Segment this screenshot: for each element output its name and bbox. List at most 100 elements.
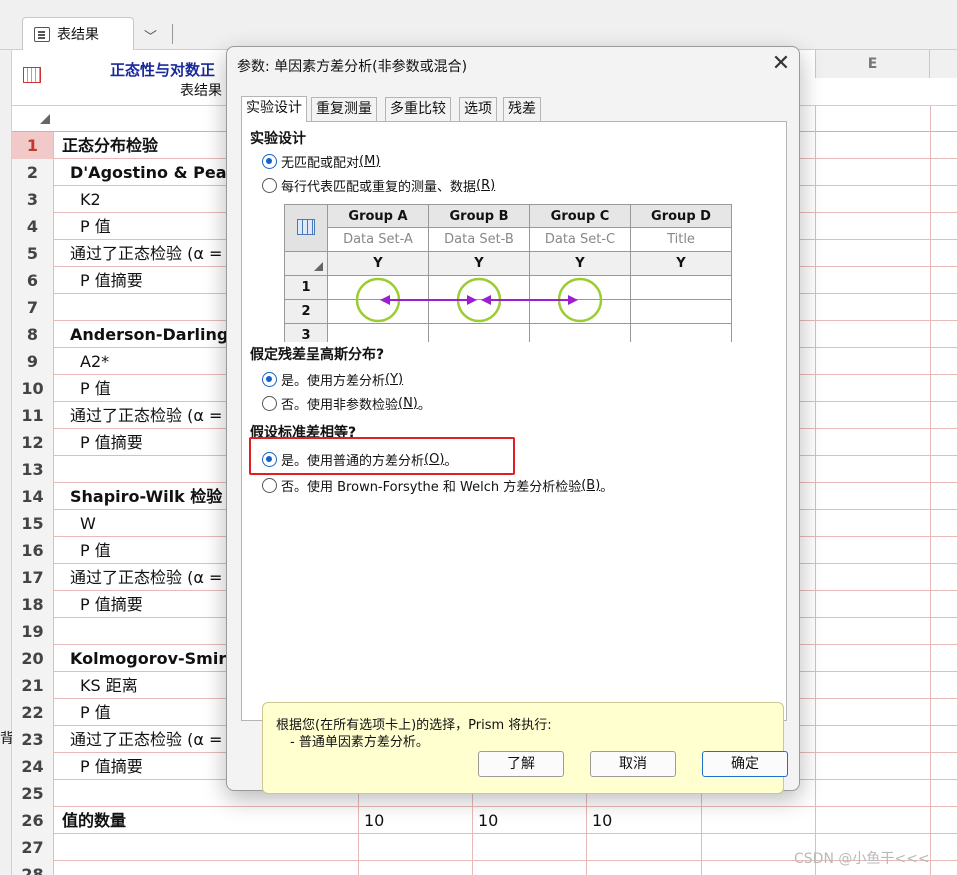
row-number[interactable]: 27 [12,834,54,861]
row-number[interactable]: 11 [12,402,54,429]
summary-line: - 普通单因素方差分析。 [290,735,429,750]
sheet-title: 正态性与对数正 [110,61,216,79]
tab-experimental-design[interactable]: 实验设计 [241,96,307,122]
row-number[interactable]: 12 [12,429,54,456]
radio-no-matching[interactable]: 无匹配或配对 (M) [262,150,380,172]
row-title: K2 [80,190,101,209]
row-title: P 值摘要 [80,271,143,290]
row-number[interactable]: 2 [12,159,54,186]
row-number[interactable]: 7 [12,294,54,321]
section-heading-gaussian: 假定残差呈高斯分布? [250,347,385,363]
row-title: A2* [80,352,110,371]
left-edge-strip [0,50,12,875]
row-title: Shapiro-Wilk 检验 [70,487,223,506]
radio-equal-sd-no[interactable]: 否。使用 Brown-Forsythe 和 Welch 方差分析检验 (B) 。 [262,474,613,496]
tab-residuals[interactable]: 残差 [503,97,541,121]
row-number[interactable]: 20 [12,645,54,672]
row-title: P 值摘要 [80,595,143,614]
row-number[interactable]: 28 [12,861,54,875]
row-number[interactable]: 25 [12,780,54,807]
row-number[interactable]: 6 [12,267,54,294]
column-header-e[interactable]: E [815,50,930,78]
tab-repeated-measures[interactable]: 重复测量 [311,97,377,121]
design-illustration: Group A Group B Group C Group D Data Set… [282,202,742,342]
row-number[interactable]: 24 [12,753,54,780]
sheet-subtitle: 表结果 [180,83,222,99]
row-number[interactable]: 23 [12,726,54,753]
tab-multiple-comparisons[interactable]: 多重比较 [385,97,451,121]
sheet-tab-bar: 表结果 ﹀ [0,0,957,50]
table-row[interactable]: 26 值的数量 10 10 10 [12,807,957,834]
radio-checked-icon[interactable] [262,153,277,169]
radio-accel-key: (N) [398,395,418,411]
radio-unchecked-icon[interactable] [262,395,277,411]
row-number[interactable]: 26 [12,807,54,834]
row-title: Anderson-Darling [70,325,229,344]
radio-unchecked-icon[interactable] [262,177,277,193]
radio-checked-icon[interactable] [262,371,277,387]
row-number[interactable]: 16 [12,537,54,564]
row-number[interactable]: 10 [12,375,54,402]
row-number[interactable]: 4 [12,213,54,240]
row-number[interactable]: 19 [12,618,54,645]
table-icon [34,27,50,42]
radio-label-suffix: 。 [417,397,431,413]
tab-results[interactable]: 表结果 [22,17,134,50]
row-number[interactable]: 9 [12,348,54,375]
row-title: P 值摘要 [80,433,143,452]
row-number[interactable]: 1 [12,132,54,159]
arrow-head-icon [481,295,491,305]
radio-label: 无匹配或配对 [281,155,360,171]
close-icon[interactable]: ✕ [767,51,795,79]
row-title: Kolmogorov-Smir [70,649,227,668]
row-title: W [80,514,96,533]
chevron-down-icon[interactable]: ﹀ [144,26,157,45]
row-title: D'Agostino & Pear [70,163,235,182]
radio-label-suffix: 。 [600,479,614,495]
radio-matched-rows[interactable]: 每行代表匹配或重复的测量、数据 (R) [262,174,495,196]
cell-value[interactable]: 10 [478,807,498,834]
watermark: CSDN @小鱼干<<< [794,851,930,867]
row-title: P 值摘要 [80,757,143,776]
radio-label: 否。使用 Brown-Forsythe 和 Welch 方差分析检验 [281,479,582,495]
row-title: 通过了正态检验 (α = [70,406,223,425]
row-title: P 值 [80,703,111,722]
row-number[interactable]: 15 [12,510,54,537]
analysis-summary-box: 根据您(在所有选项卡上)的选择，Prism 将执行: - 普通单因素方差分析。 [262,702,784,794]
select-all-corner-icon[interactable] [40,114,50,124]
row-title: 通过了正态检验 (α = [70,244,223,263]
learn-button[interactable]: 了解 [478,751,564,777]
row-title: P 值 [80,217,111,236]
row-number[interactable]: 17 [12,564,54,591]
tab-results-label: 表结果 [57,27,99,43]
column-header-f[interactable] [930,50,957,78]
cancel-button[interactable]: 取消 [590,751,676,777]
tab-options[interactable]: 选项 [459,97,497,121]
row-number[interactable]: 13 [12,456,54,483]
radio-gaussian-yes[interactable]: 是。使用方差分析 (Y) [262,368,403,390]
row-title: 正态分布检验 [62,136,159,155]
row-number[interactable]: 8 [12,321,54,348]
radio-accel-key: (Y) [385,371,404,387]
arrow-head-icon [380,295,390,305]
dialog-title: 参数: 单因素方差分析(非参数或混合) [237,59,468,75]
row-title: 值的数量 [62,811,127,830]
row-number[interactable]: 5 [12,240,54,267]
tab-panel: 实验设计 无匹配或配对 (M) 每行代表匹配或重复的测量、数据 (R) Grou… [241,121,787,794]
results-sheet-icon [23,67,41,83]
row-number[interactable]: 14 [12,483,54,510]
ok-button[interactable]: 确定 [702,751,788,777]
row-number[interactable]: 21 [12,672,54,699]
arrow-head-icon [467,295,477,305]
red-highlight-annotation [249,437,515,475]
row-number[interactable]: 18 [12,591,54,618]
radio-gaussian-no[interactable]: 否。使用非参数检验 (N) 。 [262,392,431,414]
tab-separator [172,24,173,44]
row-number[interactable]: 3 [12,186,54,213]
arrow-head-icon [568,295,578,305]
cell-value[interactable]: 10 [364,807,384,834]
radio-unchecked-icon[interactable] [262,477,277,493]
row-number[interactable]: 22 [12,699,54,726]
cell-value[interactable]: 10 [592,807,612,834]
radio-label: 是。使用方差分析 [281,373,386,389]
